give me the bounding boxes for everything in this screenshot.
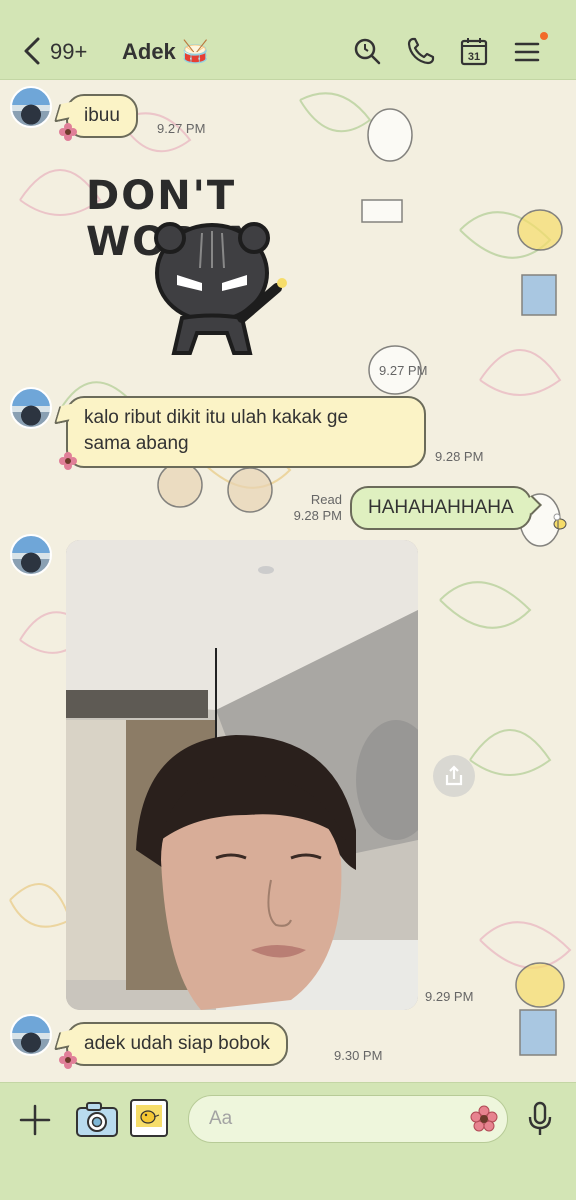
message-text: ibuu — [84, 105, 120, 126]
black-panther-sticker-icon — [154, 222, 287, 355]
calendar-icon[interactable]: 31 — [459, 36, 489, 66]
search-icon[interactable] — [352, 36, 382, 66]
message-time: 9.28 PM — [293, 508, 342, 523]
share-button[interactable] — [433, 755, 475, 797]
message-time: 9.27 PM — [379, 363, 428, 378]
message-time: 9.28 PM — [435, 449, 484, 464]
message-bubble[interactable]: kalo ribut dikit itu ulah kakak ge sama … — [66, 396, 426, 468]
message-time: 9.27 PM — [157, 121, 206, 136]
chat-header: 99+ Adek 🥁 31 — [0, 0, 576, 80]
selfie-photo-image — [66, 540, 418, 1010]
photo-message[interactable] — [66, 540, 418, 1010]
plus-icon[interactable] — [18, 1103, 52, 1137]
message-input[interactable] — [188, 1095, 508, 1143]
menu-icon[interactable] — [512, 36, 542, 66]
chat-name: Adek — [122, 39, 176, 64]
sticker[interactable]: DON'T WORRY — [82, 165, 362, 375]
emoji-icon[interactable] — [470, 1105, 498, 1133]
message-text: HAHAHAHHAHA — [368, 497, 514, 518]
notification-dot — [540, 32, 548, 40]
read-status: Read — [310, 492, 342, 507]
contact-avatar[interactable] — [10, 86, 52, 128]
message-time: 9.30 PM — [334, 1048, 383, 1063]
message-text-line: sama abang — [84, 433, 189, 454]
message-bubble-outgoing[interactable]: HAHAHAHHAHA — [350, 486, 532, 530]
message-bubble[interactable]: adek udah siap bobok — [66, 1022, 288, 1066]
message-text-line: kalo ribut dikit itu ulah kakak ge — [84, 407, 349, 428]
input-bar — [0, 1082, 576, 1200]
chat-area[interactable]: ibuu 9.27 PM DON'T WORRY 9.27 PM kalo ri… — [0, 80, 576, 1082]
flower-icon — [59, 452, 77, 470]
message-text: adek udah siap bobok — [84, 1033, 270, 1054]
message-time: 9.29 PM — [425, 989, 474, 1004]
calendar-day: 31 — [468, 51, 480, 63]
camera-icon[interactable] — [75, 1099, 119, 1139]
phone-icon[interactable] — [406, 36, 436, 66]
contact-avatar[interactable] — [10, 387, 52, 429]
bee-icon — [553, 513, 567, 530]
flower-icon — [59, 1051, 77, 1069]
flower-icon — [59, 123, 77, 141]
contact-avatar[interactable] — [10, 1014, 52, 1056]
back-icon[interactable] — [22, 36, 42, 66]
unread-count[interactable]: 99+ — [50, 39, 87, 65]
contact-avatar[interactable] — [10, 534, 52, 576]
drum-emoji-icon: 🥁 — [181, 39, 210, 64]
microphone-icon[interactable] — [526, 1101, 554, 1137]
chat-title[interactable]: Adek 🥁 — [122, 39, 209, 65]
gallery-icon[interactable] — [128, 1097, 170, 1139]
share-icon — [445, 765, 463, 786]
